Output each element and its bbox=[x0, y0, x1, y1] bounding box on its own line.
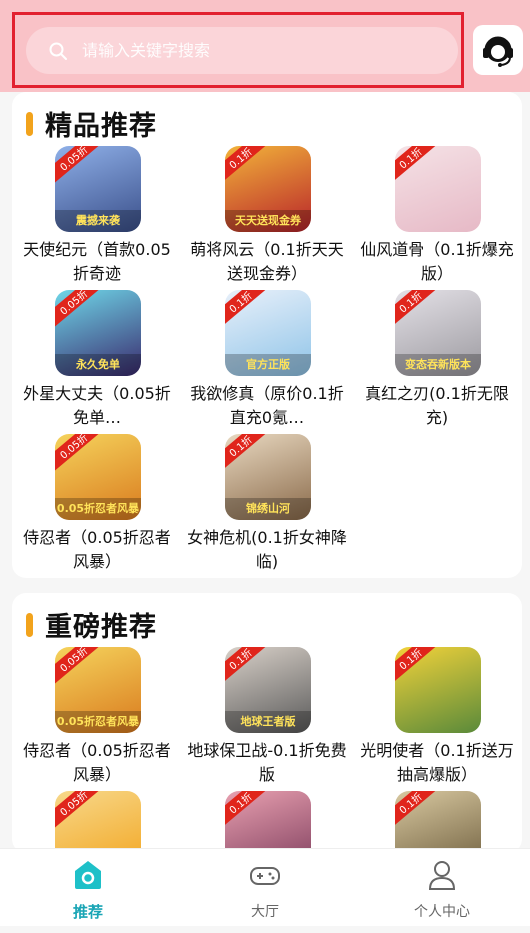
discount-badge: 0.1折 bbox=[225, 146, 266, 181]
nav-item-lobby[interactable]: 大厅 bbox=[177, 849, 353, 926]
game-name: 地球保卫战-0.1折免费版 bbox=[187, 741, 347, 784]
game-icon-image: 0.1折地球王者版 bbox=[225, 647, 311, 733]
game-name: 真红之刃(0.1折无限充) bbox=[365, 384, 509, 427]
game-tile[interactable]: 0.1折仙风道骨（0.1折爆充版） bbox=[352, 144, 522, 288]
game-icon-image: 0.1折天天送现金券 bbox=[225, 146, 311, 232]
nav-label: 大厅 bbox=[251, 904, 279, 920]
game-banner-text: 地球王者版 bbox=[225, 711, 311, 733]
game-tile[interactable]: 0.1折天天送现金券萌将风云（0.1折天天送现金券） bbox=[182, 144, 352, 288]
discount-badge: 0.05折 bbox=[55, 791, 102, 828]
game-icon-image: 0.1折 bbox=[395, 647, 481, 733]
discount-badge: 0.1折 bbox=[395, 290, 436, 325]
discount-badge: 0.1折 bbox=[395, 146, 436, 181]
game-icon-image: 0.1折变态吞新版本 bbox=[395, 290, 481, 376]
game-icon-image: 0.1折锦绣山河 bbox=[225, 434, 311, 520]
game-icon-image: 0.1折 bbox=[395, 146, 481, 232]
nav-item-profile[interactable]: 个人中心 bbox=[354, 849, 530, 926]
bottom-nav: 推荐 大厅 个人中心 bbox=[0, 848, 530, 926]
user-icon bbox=[428, 861, 456, 890]
game-name: 萌将风云（0.1折天天送现金券） bbox=[190, 240, 344, 283]
section-title-text: 重磅推荐 bbox=[45, 612, 157, 643]
search-highlight-frame bbox=[12, 12, 464, 88]
section-featured: 精品推荐 0.05折 震撼来袭 天使纪元（首款0.05折奇迹 0.1折 天天送现金券 萌将… bbox=[12, 92, 522, 578]
discount-badge: 0.1折 bbox=[225, 434, 266, 469]
discount-badge: 0.05折 bbox=[55, 434, 102, 471]
game-banner-text: 永久免单 bbox=[55, 354, 141, 376]
discount-badge: 0.1折 bbox=[225, 791, 266, 826]
discount-badge: 0.1折 bbox=[395, 791, 436, 826]
game-banner-text: 天天送现金券 bbox=[225, 210, 311, 232]
game-tile[interactable]: 0.05折 0.05折忍者风暴侍忍者（0.05折忍者风暴） bbox=[12, 432, 182, 576]
game-tile[interactable]: 0.1折锦绣山河女神危机(0.1折女神降临) bbox=[182, 432, 352, 576]
game-banner-text: 锦绣山河 bbox=[225, 498, 311, 520]
title-accent-bar bbox=[26, 111, 33, 136]
game-name: 光明使者（0.1折送万抽高爆版） bbox=[360, 741, 514, 784]
game-name: 侍忍者（0.05折忍者风暴） bbox=[23, 741, 171, 784]
game-icon-image: 0.05折 0.05折忍者风暴 bbox=[55, 647, 141, 733]
game-tile[interactable]: 0.05折震撼来袭天使纪元（首款0.05折奇迹 bbox=[12, 144, 182, 288]
discount-badge: 0.05折 bbox=[55, 146, 102, 183]
section-title: 重磅推荐 bbox=[26, 605, 157, 644]
game-tile[interactable]: 0.1折光明使者（0.1折送万抽高爆版） bbox=[352, 645, 522, 789]
nav-label: 个人中心 bbox=[414, 904, 470, 920]
game-name: 侍忍者（0.05折忍者风暴） bbox=[23, 528, 171, 571]
nav-label: 推荐 bbox=[72, 903, 103, 921]
headset-icon bbox=[483, 36, 513, 67]
game-name: 女神危机(0.1折女神降临) bbox=[187, 528, 347, 571]
game-name: 我欲修真（原价0.1折直充0氪… bbox=[190, 384, 344, 427]
gamepad-icon bbox=[250, 867, 280, 885]
game-banner-text: 震撼来袭 bbox=[55, 210, 141, 232]
game-tile[interactable]: 0.05折永久免单外星大丈夫（0.05折免单… bbox=[12, 288, 182, 432]
discount-badge: 0.05折 bbox=[55, 290, 102, 327]
top-bar bbox=[0, 0, 530, 92]
game-tile[interactable]: 0.1折地球王者版地球保卫战-0.1折免费版 bbox=[182, 645, 352, 789]
discount-badge: 0.1折 bbox=[395, 647, 436, 682]
discount-badge: 0.1折 bbox=[225, 290, 266, 325]
title-accent-bar bbox=[26, 612, 33, 637]
section-heavy: 重磅推荐 0.05折 0.05折忍者风暴 侍忍者（0.05折忍者风暴） 0.1折 地球王… bbox=[12, 593, 522, 877]
nav-item-recommend[interactable]: 推荐 bbox=[0, 849, 176, 926]
section-title: 精品推荐 bbox=[26, 104, 157, 143]
game-banner-text: 0.05折忍者风暴 bbox=[55, 711, 141, 733]
home-icon bbox=[75, 861, 101, 889]
game-tile[interactable]: 0.1折变态吞新版本真红之刃(0.1折无限充) bbox=[352, 288, 522, 432]
game-icon-image: 0.05折 0.05折忍者风暴 bbox=[55, 434, 141, 520]
section-title-text: 精品推荐 bbox=[45, 111, 157, 142]
game-icon-image: 0.1折官方正版 bbox=[225, 290, 311, 376]
game-banner-text: 0.05折忍者风暴 bbox=[55, 498, 141, 520]
game-tile[interactable]: 0.05折 0.05折忍者风暴侍忍者（0.05折忍者风暴） bbox=[12, 645, 182, 789]
game-name: 天使纪元（首款0.05折奇迹 bbox=[23, 240, 171, 283]
game-banner-text: 官方正版 bbox=[225, 354, 311, 376]
discount-badge: 0.1折 bbox=[225, 647, 266, 682]
game-tile[interactable]: 0.1折官方正版我欲修真（原价0.1折直充0氪… bbox=[182, 288, 352, 432]
customer-service-button[interactable] bbox=[473, 25, 523, 75]
game-icon-image: 0.05折震撼来袭 bbox=[55, 146, 141, 232]
game-name: 外星大丈夫（0.05折免单… bbox=[23, 384, 171, 427]
game-banner-text: 变态吞新版本 bbox=[395, 354, 481, 376]
game-name: 仙风道骨（0.1折爆充版） bbox=[360, 240, 514, 283]
discount-badge: 0.05折 bbox=[55, 647, 102, 684]
game-icon-image: 0.05折永久免单 bbox=[55, 290, 141, 376]
